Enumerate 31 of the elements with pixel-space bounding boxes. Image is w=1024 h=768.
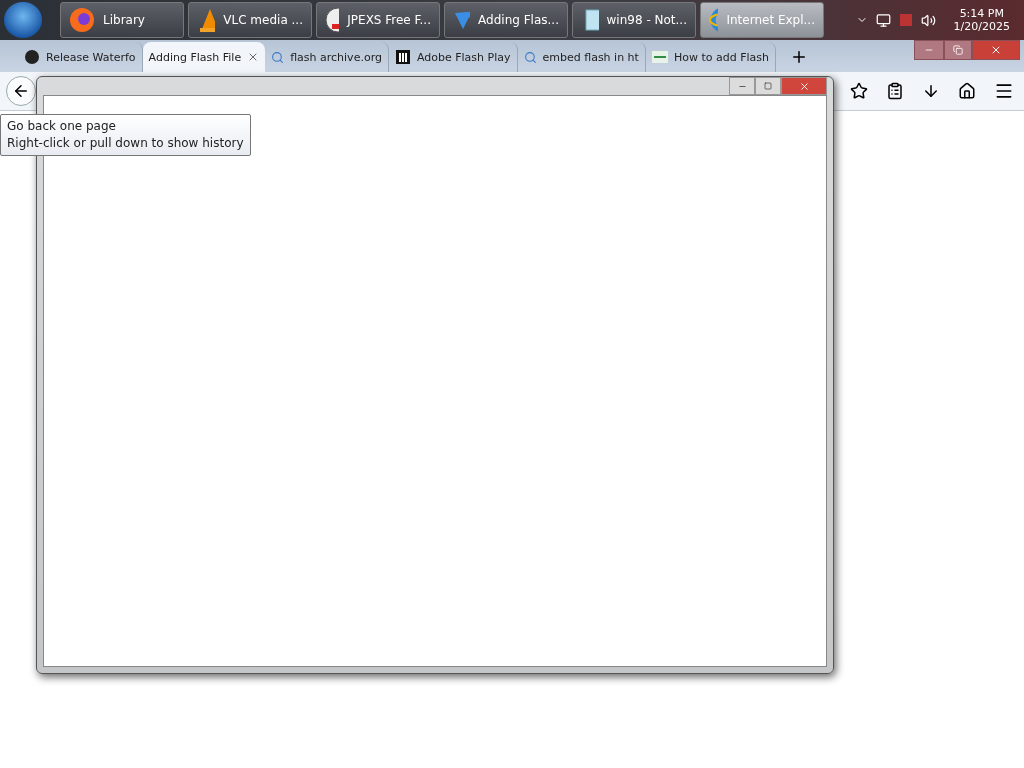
restore-icon (953, 45, 963, 55)
taskbar-button[interactable]: Adding Flas... (444, 2, 568, 38)
bookmark-star-icon[interactable] (850, 82, 868, 100)
network-icon[interactable] (875, 12, 891, 28)
tooltip-text: Right-click or pull down to show history (7, 135, 244, 152)
taskbar-button[interactable]: VLC media ... (188, 2, 312, 38)
maximize-icon (764, 82, 772, 90)
home-icon[interactable] (958, 82, 976, 100)
volume-icon[interactable] (920, 12, 936, 28)
taskbar-button[interactable]: Library (60, 2, 184, 38)
cat-logo-icon (24, 49, 40, 65)
clock[interactable]: 5:14 PM 1/20/2025 (943, 7, 1020, 33)
columns-icon (394, 49, 411, 65)
taskbar-button[interactable]: JPEXS Free F... (316, 2, 440, 38)
download-icon[interactable] (922, 82, 940, 100)
restore-button[interactable] (944, 40, 972, 60)
menu-icon[interactable] (994, 81, 1014, 101)
close-icon (990, 44, 1002, 56)
cone-icon (197, 7, 216, 33)
list-icon[interactable] (886, 82, 904, 100)
gg-logo-icon (651, 49, 668, 65)
browser-tab[interactable]: Adding Flash File (142, 42, 266, 72)
back-button[interactable] (6, 76, 36, 106)
close-icon (798, 80, 810, 92)
start-button[interactable] (4, 2, 42, 38)
tooltip-text: Go back one page (7, 118, 117, 135)
fox-logo-icon (69, 7, 95, 33)
search-icon (271, 50, 285, 64)
search-icon (523, 50, 537, 64)
taskbar-button[interactable]: win98 - Not... (572, 2, 696, 38)
ff-logo-icon (325, 7, 340, 33)
